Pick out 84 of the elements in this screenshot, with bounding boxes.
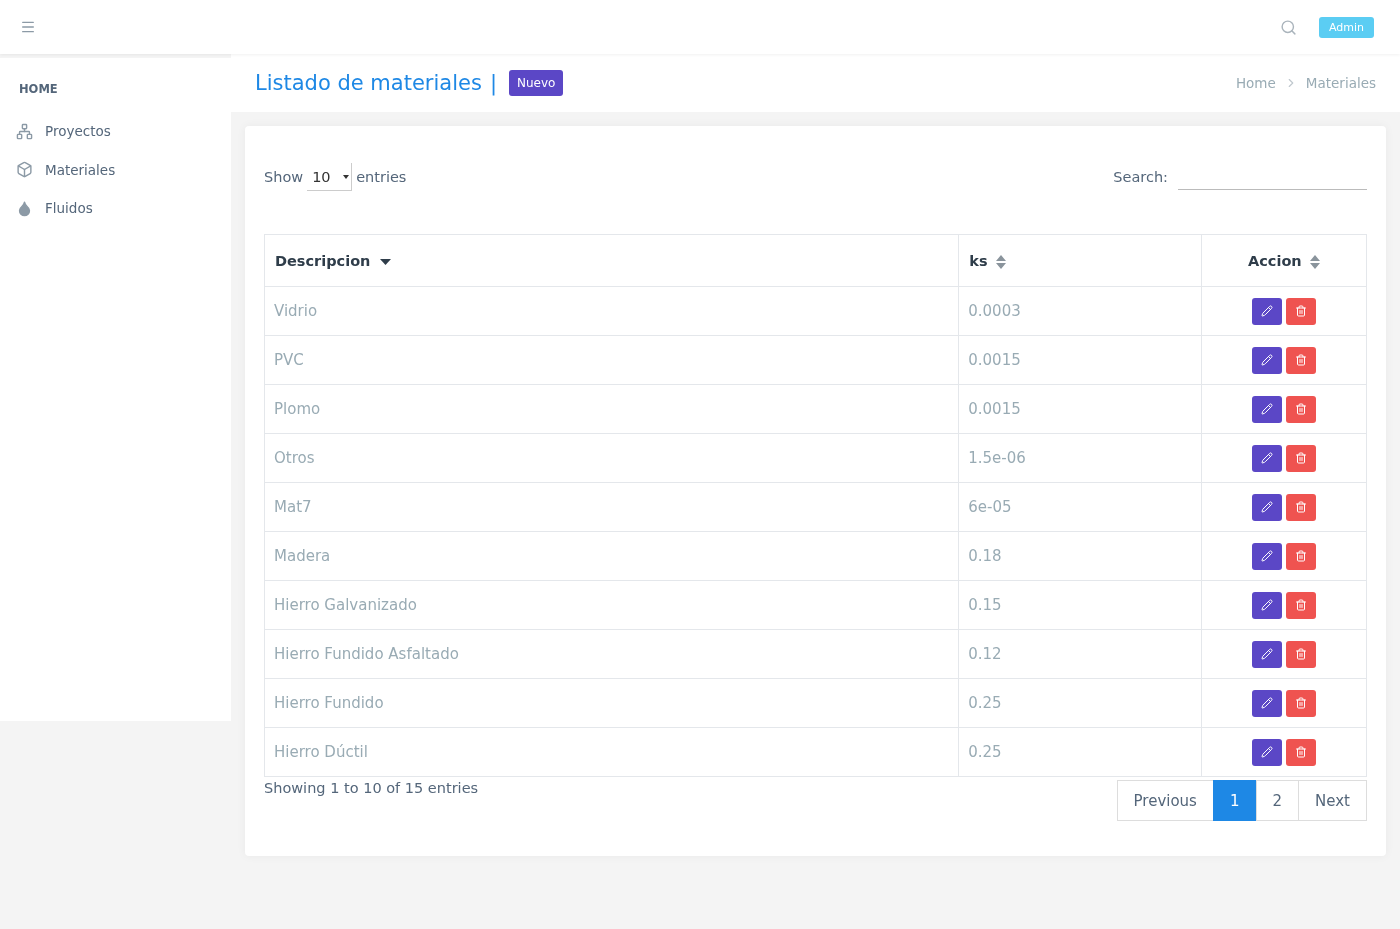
page-button[interactable]: 2: [1255, 780, 1300, 821]
table-cell: 0.25: [958, 678, 1202, 728]
trash-icon: [1294, 550, 1307, 562]
edit-button[interactable]: [1251, 689, 1282, 717]
edit-button[interactable]: [1251, 297, 1282, 325]
table-cell: 1.5e-06: [958, 433, 1202, 483]
table-cell: Mat7: [264, 482, 959, 532]
column-header[interactable]: ks: [958, 234, 1202, 287]
delete-button[interactable]: [1285, 493, 1316, 521]
sidebar-item[interactable]: Fluidos: [0, 189, 231, 228]
search-icon[interactable]: [1279, 18, 1297, 36]
show-label: Show: [264, 169, 304, 185]
delete-button[interactable]: [1285, 738, 1316, 766]
edit-button[interactable]: [1251, 640, 1282, 668]
page-size-select[interactable]: 10: [307, 163, 353, 191]
table-cell: PVC: [264, 335, 959, 385]
trash-icon: [1294, 697, 1307, 709]
pencil-icon: [1260, 746, 1273, 758]
trash-icon: [1294, 599, 1307, 611]
edit-button[interactable]: [1251, 346, 1282, 374]
table-cell: Hierro Galvanizado: [264, 580, 959, 630]
pencil-icon: [1260, 697, 1273, 709]
delete-button[interactable]: [1285, 346, 1316, 374]
delete-button[interactable]: [1285, 297, 1316, 325]
delete-button[interactable]: [1285, 689, 1316, 717]
pencil-icon: [1260, 648, 1273, 660]
table-cell: 0.12: [958, 629, 1202, 679]
new-button[interactable]: Nuevo: [508, 70, 564, 96]
table-cell: 0.0015: [958, 384, 1202, 434]
edit-button[interactable]: [1251, 395, 1282, 423]
pencil-icon: [1260, 452, 1273, 464]
table-cell: Hierro Fundido Asfaltado: [264, 629, 959, 679]
menu-icon[interactable]: [20, 19, 36, 35]
search-label: Search:: [1113, 169, 1168, 185]
table-cell: 0.18: [958, 531, 1202, 581]
pencil-icon: [1260, 403, 1273, 415]
delete-button[interactable]: [1285, 395, 1316, 423]
table-cell: Hierro Dúctil: [264, 727, 959, 777]
table-cell: Plomo: [264, 384, 959, 434]
sidebar-item[interactable]: Materiales: [0, 150, 231, 189]
delete-button[interactable]: [1285, 542, 1316, 570]
network-icon: [16, 122, 33, 140]
page-button[interactable]: 1: [1212, 780, 1257, 821]
trash-icon: [1294, 403, 1307, 415]
trash-icon: [1294, 354, 1307, 366]
entries-label: entries: [356, 169, 407, 185]
edit-button[interactable]: [1251, 542, 1282, 570]
trash-icon: [1294, 305, 1307, 317]
delete-button[interactable]: [1285, 444, 1316, 472]
table-cell: 0.15: [958, 580, 1202, 630]
table-cell: Madera: [264, 531, 959, 581]
sidebar-heading: HOME: [18, 82, 59, 98]
table-cell: 0.0003: [958, 286, 1202, 336]
sidebar-item[interactable]: Proyectos: [0, 112, 231, 151]
table-cell: Hierro Fundido: [264, 678, 959, 728]
table-cell: 0.25: [958, 727, 1202, 777]
drop-icon: [16, 199, 33, 217]
pencil-icon: [1260, 305, 1273, 317]
next-button[interactable]: Next: [1298, 780, 1367, 821]
column-header[interactable]: Accion: [1201, 234, 1367, 287]
delete-button[interactable]: [1285, 591, 1316, 619]
pencil-icon: [1260, 599, 1273, 611]
trash-icon: [1294, 501, 1307, 513]
pencil-icon: [1260, 501, 1273, 513]
delete-button[interactable]: [1285, 640, 1316, 668]
pencil-icon: [1260, 550, 1273, 562]
cube-icon: [16, 161, 33, 179]
edit-button[interactable]: [1251, 493, 1282, 521]
edit-button[interactable]: [1251, 444, 1282, 472]
table-cell: 0.0015: [958, 335, 1202, 385]
edit-button[interactable]: [1251, 591, 1282, 619]
table-cell: 6e-05: [958, 482, 1202, 532]
table-info: Showing 1 to 10 of 15 entries: [264, 780, 479, 796]
table-cell: Vidrio: [264, 286, 959, 336]
page-title: Listado de materiales: [255, 71, 482, 95]
column-header[interactable]: Descripcion: [264, 234, 959, 287]
trash-icon: [1294, 452, 1307, 464]
trash-icon: [1294, 648, 1307, 660]
pencil-icon: [1260, 354, 1273, 366]
title-separator: |: [489, 71, 497, 95]
trash-icon: [1294, 746, 1307, 758]
edit-button[interactable]: [1251, 738, 1282, 766]
table-cell: Otros: [264, 433, 959, 483]
previous-button[interactable]: Previous: [1116, 780, 1214, 821]
